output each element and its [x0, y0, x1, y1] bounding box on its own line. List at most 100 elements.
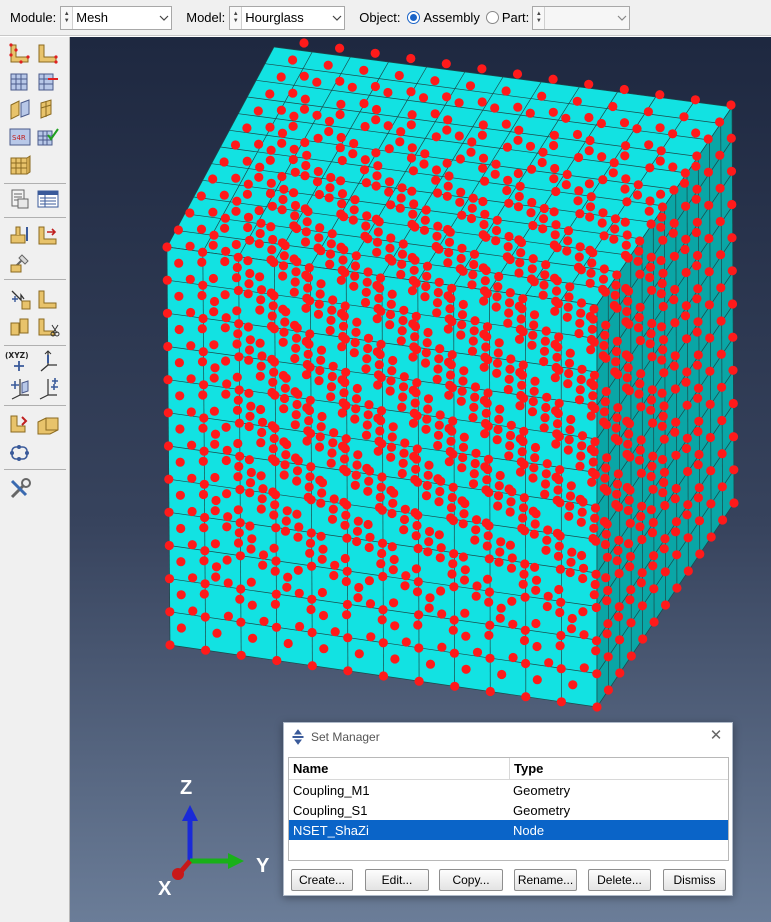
seed-by-number-icon[interactable] — [8, 69, 32, 93]
highlighted-node — [550, 163, 560, 174]
highlighted-node — [692, 261, 702, 271]
highlighted-node — [552, 243, 562, 253]
highlighted-node — [623, 363, 633, 373]
highlighted-node — [406, 120, 416, 130]
highlighted-node — [397, 326, 407, 336]
highlighted-node — [597, 152, 607, 162]
element-type-icon[interactable] — [36, 97, 60, 121]
highlighted-node — [620, 151, 630, 161]
create-button[interactable]: Create... — [291, 869, 353, 891]
virtual-topology-icon[interactable] — [8, 287, 32, 311]
highlighted-node — [325, 249, 336, 259]
dialog-titlebar[interactable]: Set Manager ✕ — [284, 723, 732, 751]
highlighted-node — [288, 121, 298, 131]
highlighted-node — [197, 324, 207, 334]
datum-axis-icon[interactable] — [36, 349, 60, 373]
list-item-selected[interactable]: NSET_ShaZi Node — [289, 820, 728, 840]
highlighted-node — [256, 295, 266, 305]
split-icon[interactable] — [36, 315, 60, 339]
highlighted-node — [503, 242, 513, 252]
set-list[interactable]: Name Type Coupling_M1 Geometry Coupling_… — [288, 757, 729, 861]
highlighted-node — [458, 266, 468, 276]
highlighted-node — [612, 479, 623, 489]
highlighted-node — [477, 130, 487, 140]
list-item[interactable]: Coupling_S1 Geometry — [289, 800, 728, 820]
highlighted-node — [329, 428, 339, 438]
partition-cell-icon[interactable] — [8, 251, 32, 275]
highlighted-node — [257, 494, 267, 504]
highlighted-node — [483, 464, 493, 475]
highlighted-node — [352, 526, 363, 536]
rename-button[interactable]: Rename... — [514, 869, 577, 891]
highlighted-node — [436, 476, 446, 486]
highlighted-node — [482, 288, 492, 299]
module-combo[interactable]: ▲ ▼ Mesh — [60, 5, 173, 30]
edit-mesh-icon[interactable] — [36, 287, 60, 311]
mesh-region-icon[interactable] — [36, 412, 62, 436]
highlighted-node — [636, 511, 646, 522]
highlighted-node — [222, 379, 232, 389]
merge-icon[interactable] — [8, 315, 32, 339]
highlighted-node — [479, 219, 489, 230]
highlighted-node — [208, 240, 218, 250]
highlighted-node — [414, 676, 424, 686]
model-combo[interactable]: ▲ ▼ Hourglass — [229, 5, 346, 30]
highlighted-node — [314, 189, 324, 200]
query-mesh-icon[interactable] — [8, 187, 32, 211]
edit-button[interactable]: Edit... — [365, 869, 429, 891]
dismiss-button[interactable]: Dismiss — [663, 869, 726, 891]
highlighted-node — [537, 91, 547, 101]
set-type: Geometry — [513, 802, 571, 818]
highlighted-node — [716, 316, 726, 326]
datum-plane-icon[interactable] — [8, 377, 32, 401]
highlighted-node — [612, 556, 622, 566]
highlighted-node — [413, 477, 423, 487]
highlighted-node — [504, 198, 514, 208]
highlighted-node — [256, 404, 266, 415]
highlighted-node — [514, 125, 524, 135]
close-icon[interactable]: ✕ — [708, 728, 724, 744]
datum-csys-icon[interactable] — [36, 377, 60, 401]
boolean-mesh-icon[interactable] — [8, 412, 32, 436]
delete-button[interactable]: Delete... — [588, 869, 651, 891]
highlighted-node — [350, 195, 360, 205]
copy-button[interactable]: Copy... — [439, 869, 503, 891]
highlighted-node — [494, 271, 504, 282]
highlighted-node — [302, 217, 312, 227]
seed-part-instance-icon[interactable] — [8, 42, 32, 66]
highlighted-node — [363, 333, 374, 343]
part-radio[interactable]: Part: — [485, 10, 529, 25]
mesh-controls-icon[interactable] — [8, 97, 32, 121]
associate-mesh-icon[interactable] — [36, 223, 60, 247]
part-combo[interactable]: ▲ ▼ — [532, 5, 631, 30]
mesh-edit-icon[interactable] — [8, 441, 32, 465]
highlighted-node — [410, 255, 420, 265]
highlighted-node — [647, 352, 657, 362]
highlighted-node — [447, 283, 457, 293]
create-bottom-up-mesh-icon[interactable] — [8, 223, 32, 247]
col-type-header[interactable]: Type — [509, 758, 543, 779]
highlighted-node — [555, 641, 565, 651]
highlighted-node — [692, 360, 703, 370]
highlighted-node — [377, 439, 387, 449]
highlighted-node — [447, 492, 457, 503]
seed-edges-icon[interactable] — [36, 42, 60, 66]
mesh-part-instance-icon[interactable]: S4R — [8, 125, 32, 149]
datum-point-icon[interactable]: (XYZ) — [4, 349, 34, 373]
verify-mesh-icon[interactable] — [36, 125, 60, 149]
tools-icon[interactable] — [8, 477, 32, 501]
col-name-header[interactable]: Name — [289, 761, 509, 776]
delete-seeds-icon[interactable] — [36, 69, 60, 93]
highlighted-node — [649, 584, 659, 594]
assembly-radio[interactable]: Assembly — [407, 10, 480, 25]
highlighted-node — [435, 486, 445, 497]
highlighted-node — [445, 370, 456, 380]
highlighted-node — [549, 130, 559, 140]
highlighted-node — [288, 154, 298, 165]
mesh-stats-icon[interactable] — [36, 187, 60, 211]
highlighted-node — [278, 194, 288, 205]
list-item[interactable]: Coupling_M1 Geometry — [289, 780, 728, 800]
highlighted-node — [579, 630, 589, 640]
highlighted-node — [198, 423, 208, 433]
assign-mesh-controls-icon[interactable] — [8, 153, 32, 177]
